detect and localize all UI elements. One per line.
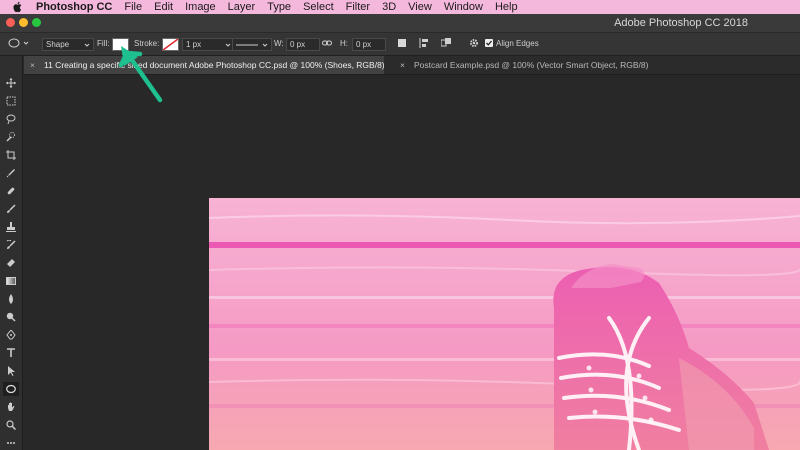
chevron-down-icon [23,41,29,45]
menu-file[interactable]: File [118,0,148,14]
zoom-icon[interactable] [3,418,19,432]
lasso-icon[interactable] [3,112,19,126]
blur-icon[interactable] [3,292,19,306]
document-canvas[interactable] [209,198,800,450]
mode-select-value: Shape [46,40,70,49]
path-select-icon[interactable] [3,364,19,378]
stamp-icon[interactable] [3,220,19,234]
menu-3d[interactable]: 3D [376,0,402,14]
ellipse-icon[interactable] [3,382,19,396]
eyedropper-icon[interactable] [3,166,19,180]
tab-label: Postcard Example.psd @ 100% (Vector Smar… [414,60,649,70]
tab-close-icon[interactable]: × [400,56,410,74]
window-titlebar: Adobe Photoshop CC 2018 [0,14,800,33]
menu-type[interactable]: Type [261,0,297,14]
quick-select-icon[interactable] [3,130,19,144]
align-edges-checkbox[interactable] [485,39,493,47]
width-input[interactable]: 0 px [286,38,320,51]
menu-image[interactable]: Image [179,0,222,14]
canvas-area[interactable] [23,75,800,450]
move-icon[interactable] [3,76,19,90]
stroke-width-select[interactable]: 1 px [182,38,235,51]
window-minimize-button[interactable] [19,18,28,27]
link-icon[interactable] [322,39,332,49]
menu-help[interactable]: Help [489,0,524,14]
checkmark-icon [486,40,492,46]
menu-window[interactable]: Window [438,0,489,14]
stroke-swatch[interactable] [162,38,179,51]
fill-swatch[interactable] [112,38,129,51]
stroke-line-icon [236,44,258,45]
healing-icon[interactable] [3,184,19,198]
menu-filter[interactable]: Filter [340,0,376,14]
menu-layer[interactable]: Layer [222,0,262,14]
pen-icon[interactable] [3,328,19,342]
tab-close-icon[interactable]: × [30,56,40,74]
gradient-icon[interactable] [3,274,19,288]
path-arrangement-icon[interactable] [440,38,453,50]
tool-preset-picker[interactable] [8,37,29,49]
marquee-icon[interactable] [3,94,19,108]
document-image [209,198,800,450]
tab-postcard-document[interactable]: × Postcard Example.psd @ 100% (Vector Sma… [394,56,648,74]
more-tools-icon[interactable] [3,436,19,450]
window-title: Adobe Photoshop CC 2018 [614,17,748,29]
hand-icon[interactable] [3,400,19,414]
align-edges-label: Align Edges [496,39,539,48]
chevron-down-icon [262,43,268,47]
history-brush-icon[interactable] [3,238,19,252]
options-bar: Shape Fill: Stroke: 1 px W: 0 px H: 0 px… [0,33,800,56]
menu-edit[interactable]: Edit [148,0,179,14]
menu-app-name[interactable]: Photoshop CC [34,0,118,14]
tab-label: 11 Creating a specific sized document Ad… [44,60,385,70]
ellipse-tool-icon [8,38,20,48]
stroke-label: Stroke: [134,39,160,48]
window-zoom-button[interactable] [32,18,41,27]
document-tabs: × 11 Creating a specific sized document A… [24,56,800,75]
path-alignment-icon[interactable] [419,38,429,50]
eraser-icon[interactable] [3,256,19,270]
stroke-width-value: 1 px [186,40,202,49]
chevron-down-icon [225,43,231,47]
brush-icon[interactable] [3,202,19,216]
apple-icon[interactable] [12,1,24,13]
crop-icon[interactable] [3,148,19,162]
path-operations-icon[interactable] [397,38,407,50]
dodge-icon[interactable] [3,310,19,324]
mode-select[interactable]: Shape [42,38,94,51]
height-label: H: [340,39,348,48]
menu-view[interactable]: View [402,0,438,14]
tab-shoes-document[interactable]: × 11 Creating a specific sized document A… [24,56,385,74]
menu-bar: Photoshop CC File Edit Image Layer Type … [0,0,800,14]
menu-select[interactable]: Select [297,0,340,14]
stroke-type-select[interactable] [232,38,272,51]
chevron-down-icon [84,43,90,47]
fill-label: Fill: [97,39,110,48]
tools-panel [0,56,23,450]
window-close-button[interactable] [6,18,15,27]
width-label: W: [274,39,284,48]
gear-icon[interactable] [469,38,479,50]
height-input[interactable]: 0 px [352,38,386,51]
type-icon[interactable] [3,346,19,360]
no-color-icon [163,39,178,50]
